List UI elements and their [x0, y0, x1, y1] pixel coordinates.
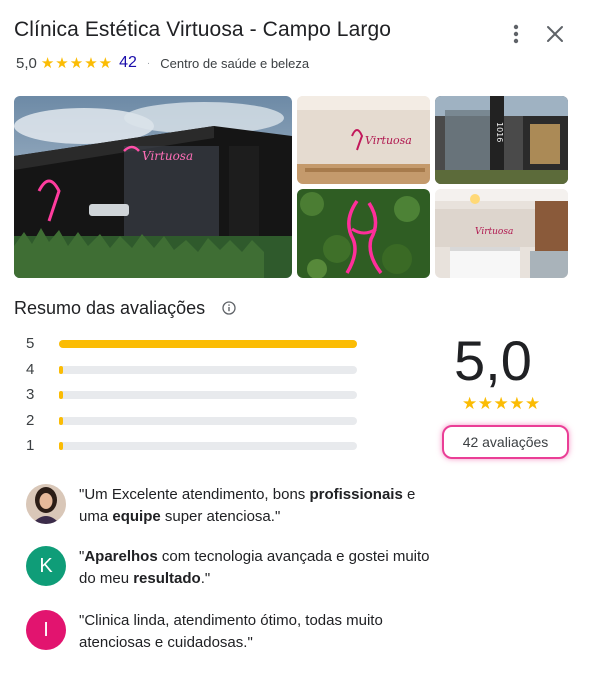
rating-row-label: 2 [26, 412, 35, 429]
photo-reception-wall[interactable]: Virtuosa [297, 96, 430, 184]
reviews-summary-title: Resumo das avaliações [14, 298, 206, 318]
info-icon[interactable] [222, 301, 236, 315]
avatar [26, 484, 66, 524]
place-meta: 5,0 ★★★★★ 42 · Centro de saúde e beleza [16, 54, 309, 72]
more-vert-icon [513, 24, 519, 44]
rating-bar-fill [59, 417, 63, 425]
rating-row-label: 1 [26, 437, 35, 454]
avatar: K [26, 546, 66, 586]
place-rating: 5,0 [16, 54, 37, 72]
review-text: "Aparelhos com tecnologia avançada e gos… [79, 546, 439, 590]
rating-row-1[interactable]: 1 [26, 436, 366, 456]
rating-bar-fill [59, 340, 357, 348]
svg-text:1016: 1016 [495, 122, 504, 142]
avatar: I [26, 610, 66, 650]
review-text-part: super atenciosa." [160, 508, 281, 525]
rating-bar-fill [59, 442, 63, 450]
rating-bar-track [59, 340, 357, 348]
place-title: Clínica Estética Virtuosa - Campo Largo [14, 18, 392, 41]
rating-bar-track [59, 442, 357, 450]
photo-neon-wall[interactable] [297, 189, 430, 278]
photo-gallery: Virtuosa Virtuosa 1016 Virtuosa [14, 96, 568, 278]
rating-row-4[interactable]: 4 [26, 360, 366, 380]
svg-text:Virtuosa: Virtuosa [475, 227, 513, 237]
review-text-part: "Um Excelente atendimento, bons [79, 486, 310, 503]
review-text-part: "Clinica linda, atendimento ótimo, todas… [79, 612, 383, 651]
rating-bar-track [59, 417, 357, 425]
rating-bar-fill [59, 391, 63, 399]
all-reviews-button[interactable]: 42 avaliações [442, 425, 569, 459]
rating-row-label: 5 [26, 335, 35, 352]
rating-bar-track [59, 366, 357, 374]
rating-bar-fill [59, 366, 63, 374]
close-button[interactable] [543, 20, 567, 48]
review-text: "Um Excelente atendimento, bons profissi… [79, 484, 439, 528]
review-highlight: equipe [112, 508, 161, 525]
avatar-letter: I [43, 618, 49, 641]
average-rating: 5,0 [454, 329, 532, 392]
photo-reception-desk[interactable]: Virtuosa [435, 189, 568, 278]
review-highlight: profissionais [309, 486, 403, 503]
svg-text:Virtuosa: Virtuosa [365, 134, 412, 147]
place-header: Clínica Estética Virtuosa - Campo Largo … [14, 18, 576, 72]
rating-row-2[interactable]: 2 [26, 411, 366, 431]
rating-row-label: 3 [26, 386, 35, 403]
photo-entrance-door[interactable]: 1016 [435, 96, 568, 184]
review-highlight: Aparelhos [84, 548, 158, 565]
meta-separator: · [146, 57, 151, 69]
close-icon [547, 26, 563, 42]
review-text: "Clinica linda, atendimento ótimo, todas… [79, 610, 439, 654]
photo-facade[interactable]: Virtuosa [14, 96, 292, 278]
avatar-letter: K [39, 554, 53, 577]
rating-row-3[interactable]: 3 [26, 385, 366, 405]
average-stars: ★★★★★ [462, 394, 541, 413]
svg-text:Virtuosa: Virtuosa [142, 149, 193, 163]
review-text-part: ." [200, 570, 211, 587]
rating-row-5[interactable]: 5 [26, 334, 366, 354]
review-count-link[interactable]: 42 [119, 54, 137, 72]
rating-bar-track [59, 391, 357, 399]
review-highlight: resultado [133, 570, 201, 587]
rating-row-label: 4 [26, 361, 35, 378]
more-options-button[interactable] [504, 20, 528, 48]
place-stars: ★★★★★ [40, 55, 114, 72]
place-category: Centro de saúde e beleza [160, 55, 310, 71]
